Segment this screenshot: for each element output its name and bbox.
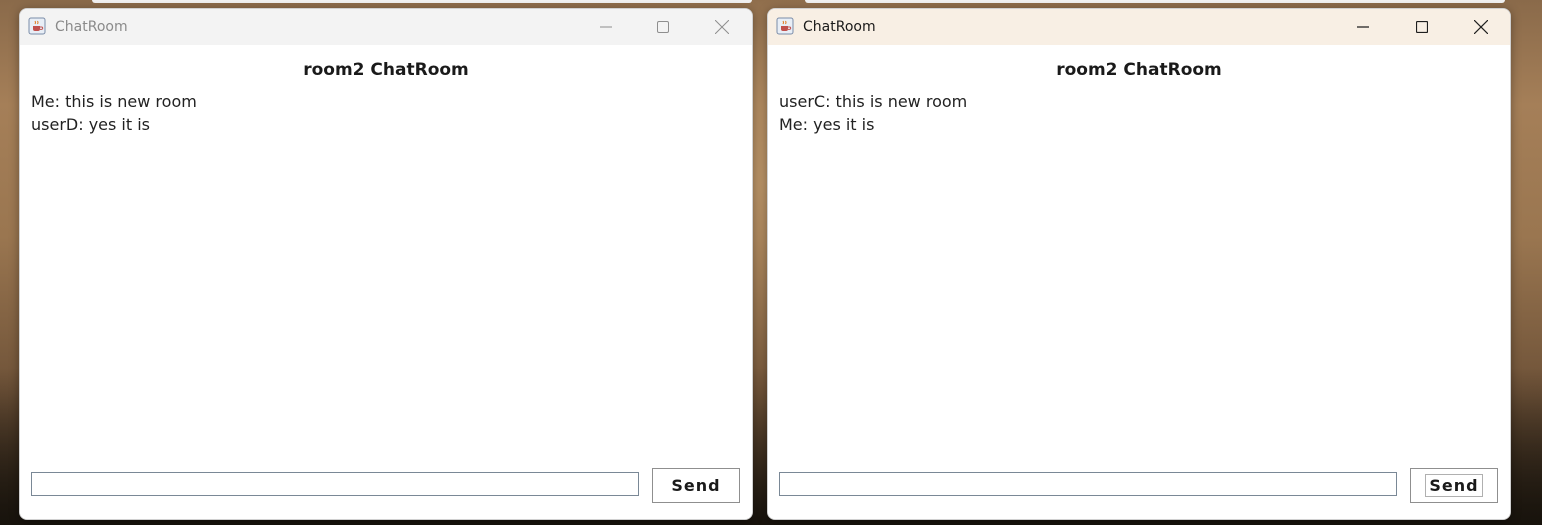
chatroom-window-left[interactable]: ChatRoom room2 ChatRoom Me: this is new … xyxy=(19,8,753,520)
send-button-label: Send xyxy=(671,476,721,495)
minimize-button[interactable] xyxy=(583,9,629,45)
window-title: ChatRoom xyxy=(55,19,128,35)
room-title: room2 ChatRoom xyxy=(303,60,469,80)
maximize-button[interactable] xyxy=(640,9,686,45)
chat-panel: room2 ChatRoom userC: this is new room M… xyxy=(768,45,1510,519)
title-bar[interactable]: ChatRoom xyxy=(768,9,1510,45)
message-item: Me: this is new room xyxy=(31,92,197,111)
window-title: ChatRoom xyxy=(803,19,876,35)
message-item: userD: yes it is xyxy=(31,115,151,134)
minimize-icon xyxy=(600,26,612,28)
room-title: room2 ChatRoom xyxy=(1056,60,1222,80)
maximize-icon xyxy=(1416,21,1428,33)
minimize-icon xyxy=(1357,26,1369,28)
java-coffee-cup-icon xyxy=(776,17,794,35)
message-input[interactable] xyxy=(779,472,1397,496)
message-item: userC: this is new room xyxy=(779,92,968,111)
send-button-label: Send xyxy=(1425,474,1483,497)
minimize-button[interactable] xyxy=(1340,9,1386,45)
close-button[interactable] xyxy=(1458,9,1504,45)
chat-panel: room2 ChatRoom Me: this is new room user… xyxy=(20,45,752,519)
message-list: userC: this is new room Me: yes it is xyxy=(779,90,967,136)
send-button[interactable]: Send xyxy=(1410,468,1498,503)
java-coffee-cup-icon xyxy=(28,17,46,35)
message-list: Me: this is new room userD: yes it is xyxy=(31,90,197,136)
close-icon xyxy=(715,20,729,34)
close-button[interactable] xyxy=(699,9,745,45)
background-window-edge xyxy=(805,0,1505,3)
message-item: Me: yes it is xyxy=(779,115,875,134)
maximize-icon xyxy=(657,21,669,33)
maximize-button[interactable] xyxy=(1399,9,1445,45)
background-window-edge xyxy=(92,0,752,3)
title-bar[interactable]: ChatRoom xyxy=(20,9,752,45)
close-icon xyxy=(1474,20,1488,34)
send-button[interactable]: Send xyxy=(652,468,740,503)
chatroom-window-right[interactable]: ChatRoom room2 ChatRoom userC: this is n… xyxy=(767,8,1511,520)
message-input[interactable] xyxy=(31,472,639,496)
